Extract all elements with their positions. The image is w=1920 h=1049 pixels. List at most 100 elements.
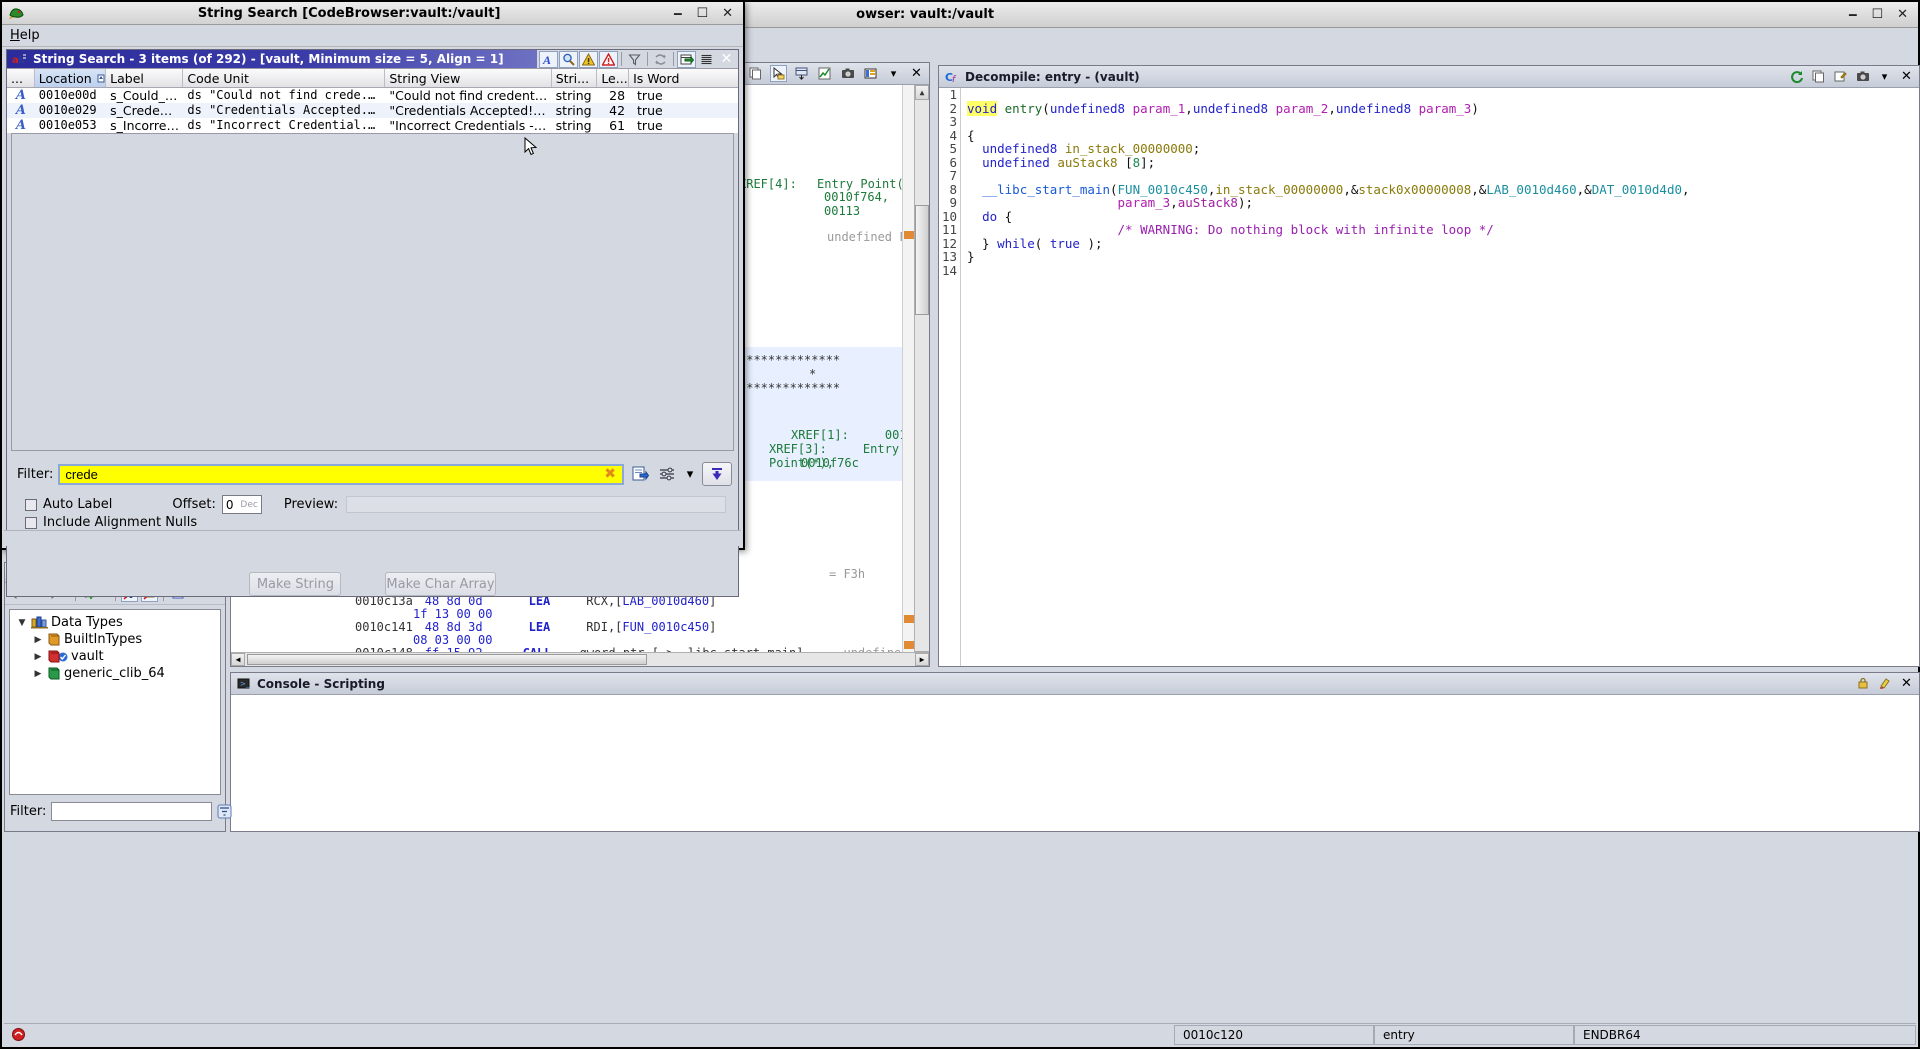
scroll-left-icon[interactable]: ◀ — [231, 653, 245, 666]
close-icon[interactable]: ✕ — [1897, 8, 1908, 21]
lock-icon[interactable] — [1854, 675, 1871, 692]
close-icon[interactable]: ✕ — [1898, 68, 1915, 85]
scroll-thumb-h[interactable] — [247, 654, 647, 665]
svg-text:f: f — [952, 75, 957, 84]
expander-collapsed-icon[interactable]: ▶ — [32, 669, 44, 679]
row-marker: A — [7, 103, 35, 118]
search-icon[interactable] — [559, 51, 578, 68]
filter-options-icon[interactable] — [217, 803, 232, 820]
listing-marker — [904, 641, 914, 649]
maximize-icon[interactable]: ☐ — [1871, 8, 1883, 21]
column-header-marker[interactable]: ... — [7, 69, 35, 87]
decompiler-code[interactable]: void entry(undefined8 param_1,undefined8… — [961, 88, 1690, 666]
camera-icon[interactable] — [839, 65, 856, 82]
filter-field-wrap[interactable]: ✖ — [58, 464, 624, 485]
codebrowser-window-buttons[interactable]: 🗕 ☐ ✕ — [1848, 8, 1918, 21]
column-header-length[interactable]: Le... — [597, 69, 629, 87]
string-search-provider-title: String Search - 3 items (of 292) - [vaul… — [33, 52, 532, 66]
listing-vscrollbar[interactable]: ▲ ▼ — [914, 85, 929, 666]
expander-collapsed-icon[interactable]: ▶ — [32, 652, 44, 662]
tree-node-generic-clib-64[interactable]: ▶ generic_clib_64 — [12, 665, 218, 682]
maximize-icon[interactable]: ☐ — [696, 7, 708, 20]
datatype-tree[interactable]: ▼ Data Types ▶ BuiltInTypes ▶ — [9, 609, 221, 795]
make-string-button[interactable]: Make String — [249, 572, 341, 596]
column-header-code-unit[interactable]: Code Unit — [183, 69, 385, 87]
column-header-string-view[interactable]: String View — [385, 69, 551, 87]
refresh-icon[interactable] — [651, 51, 670, 68]
offset-unit: Dec — [240, 500, 257, 510]
camera-icon[interactable] — [1854, 68, 1871, 85]
table-row[interactable]: A 0010e029 s_Credent... ds "Credentials … — [7, 103, 738, 118]
error-icon[interactable] — [599, 51, 618, 68]
close-icon[interactable]: ✕ — [1898, 675, 1915, 692]
clear-x-icon[interactable]: ✖ — [601, 466, 619, 482]
include-alignment-nulls-checkbox[interactable] — [25, 517, 37, 529]
string-search-window-buttons[interactable]: 🗕 ☐ ✕ — [673, 7, 743, 20]
snapshot-table-icon[interactable] — [793, 65, 810, 82]
graph-icon[interactable] — [816, 65, 833, 82]
listing-xref-4: XREF[4]: — [739, 177, 797, 191]
column-header-string-type[interactable]: Stri... — [552, 69, 598, 87]
column-header-label[interactable]: Label — [106, 69, 183, 87]
column-header-is-word[interactable]: Is Word — [629, 69, 738, 87]
minimize-icon[interactable]: 🗕 — [673, 7, 682, 20]
listing-marker-strip[interactable] — [902, 85, 914, 666]
make-string-icon[interactable]: A — [539, 51, 558, 68]
listing-hscrollbar[interactable]: ◀ ▶ — [231, 652, 929, 666]
close-icon[interactable]: ✕ — [717, 51, 736, 68]
arrow-up-button[interactable] — [702, 462, 732, 486]
svg-text:A: A — [542, 53, 551, 66]
option-include-alignment-nulls[interactable]: Include Alignment Nulls — [25, 514, 734, 531]
mouse-cursor — [524, 137, 538, 155]
expander-expanded-icon[interactable]: ▼ — [16, 618, 28, 628]
decompiler-body[interactable]: 1 2 3 4 5 6 7 8 9 10 11 12 13 14 — [939, 88, 1919, 666]
expander-collapsed-icon[interactable]: ▶ — [32, 635, 44, 645]
table-row[interactable]: A 0010e053 s_Incorrec... ds "Incorrect C… — [7, 118, 738, 133]
filter-input[interactable] — [63, 466, 601, 483]
column-settings-icon[interactable] — [697, 51, 716, 68]
tree-label: Data Types — [51, 615, 123, 630]
select-cursor-icon[interactable] — [770, 65, 787, 82]
minimize-icon[interactable]: 🗕 — [1848, 8, 1857, 21]
edit-icon[interactable] — [1832, 68, 1849, 85]
datatype-filter-label: Filter: — [10, 804, 46, 819]
table-row[interactable]: A 0010e00d s_Could_n... ds "Could not fi… — [7, 88, 738, 103]
warning-icon[interactable] — [579, 51, 598, 68]
string-search-table-empty-area[interactable] — [11, 133, 734, 451]
offset-field[interactable]: 0 Dec — [222, 495, 262, 514]
scroll-up-icon[interactable]: ▲ — [915, 85, 929, 100]
menu-arrow-icon[interactable]: ▾ — [1876, 68, 1893, 85]
clear-icon[interactable] — [1876, 675, 1893, 692]
close-icon[interactable]: ✕ — [908, 65, 925, 82]
row-location: 0010e00d — [35, 88, 106, 103]
close-icon[interactable]: ✕ — [722, 7, 733, 20]
datatype-filter-input[interactable] — [51, 802, 212, 821]
copy-icon[interactable] — [747, 65, 764, 82]
tree-node-builtintypes[interactable]: ▶ BuiltInTypes — [12, 631, 218, 648]
table-export-icon[interactable] — [677, 51, 696, 68]
tree-node-data-types[interactable]: ▼ Data Types — [12, 614, 218, 631]
sort-asc-icon — [96, 73, 106, 84]
option-auto-label[interactable]: Auto Label — [25, 496, 112, 513]
filter-options-icon[interactable] — [656, 464, 678, 484]
menu-item-help[interactable]: Help — [10, 28, 40, 43]
row-marker: A — [7, 118, 35, 133]
dropdown-arrow-icon[interactable]: ▾ — [885, 65, 902, 82]
code-line: param_3,auStack8); — [967, 196, 1690, 210]
filter-copy-icon[interactable] — [629, 464, 651, 484]
refresh-icon[interactable] — [1788, 68, 1805, 85]
dropdown-arrow-icon[interactable]: ▾ — [683, 464, 697, 484]
scroll-thumb[interactable] — [915, 205, 929, 315]
svg-text:>_: >_ — [240, 680, 250, 688]
scroll-right-icon[interactable]: ▶ — [915, 653, 929, 666]
filter-icon[interactable] — [625, 51, 644, 68]
display-icon[interactable] — [862, 65, 879, 82]
auto-label-checkbox[interactable] — [25, 499, 37, 511]
tree-node-vault[interactable]: ▶ vault — [12, 648, 218, 665]
make-char-array-button[interactable]: Make Char Array — [385, 572, 495, 596]
copy-icon[interactable] — [1810, 68, 1827, 85]
filter-label: Filter: — [13, 467, 53, 482]
column-header-location[interactable]: Location — [35, 69, 106, 87]
line-number: 9 — [939, 196, 957, 210]
code-line — [967, 88, 1690, 102]
